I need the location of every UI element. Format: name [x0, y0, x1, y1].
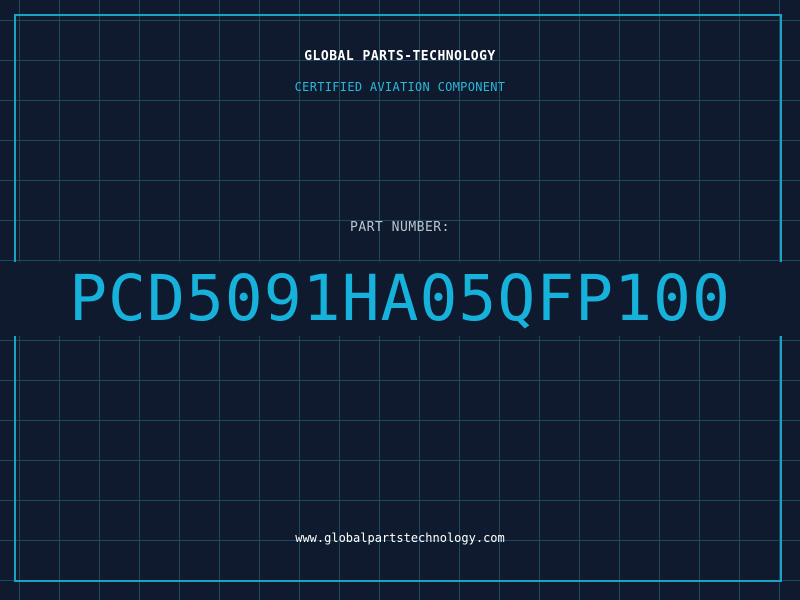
website-url: www.globalpartstechnology.com — [295, 531, 505, 545]
part-number-label: PART NUMBER: — [350, 220, 450, 235]
company-name: GLOBAL PARTS-TECHNOLOGY — [304, 49, 496, 64]
part-number-value: PCD5091HA05QFP100 — [69, 262, 731, 335]
certification-tagline: CERTIFIED AVIATION COMPONENT — [294, 80, 506, 94]
